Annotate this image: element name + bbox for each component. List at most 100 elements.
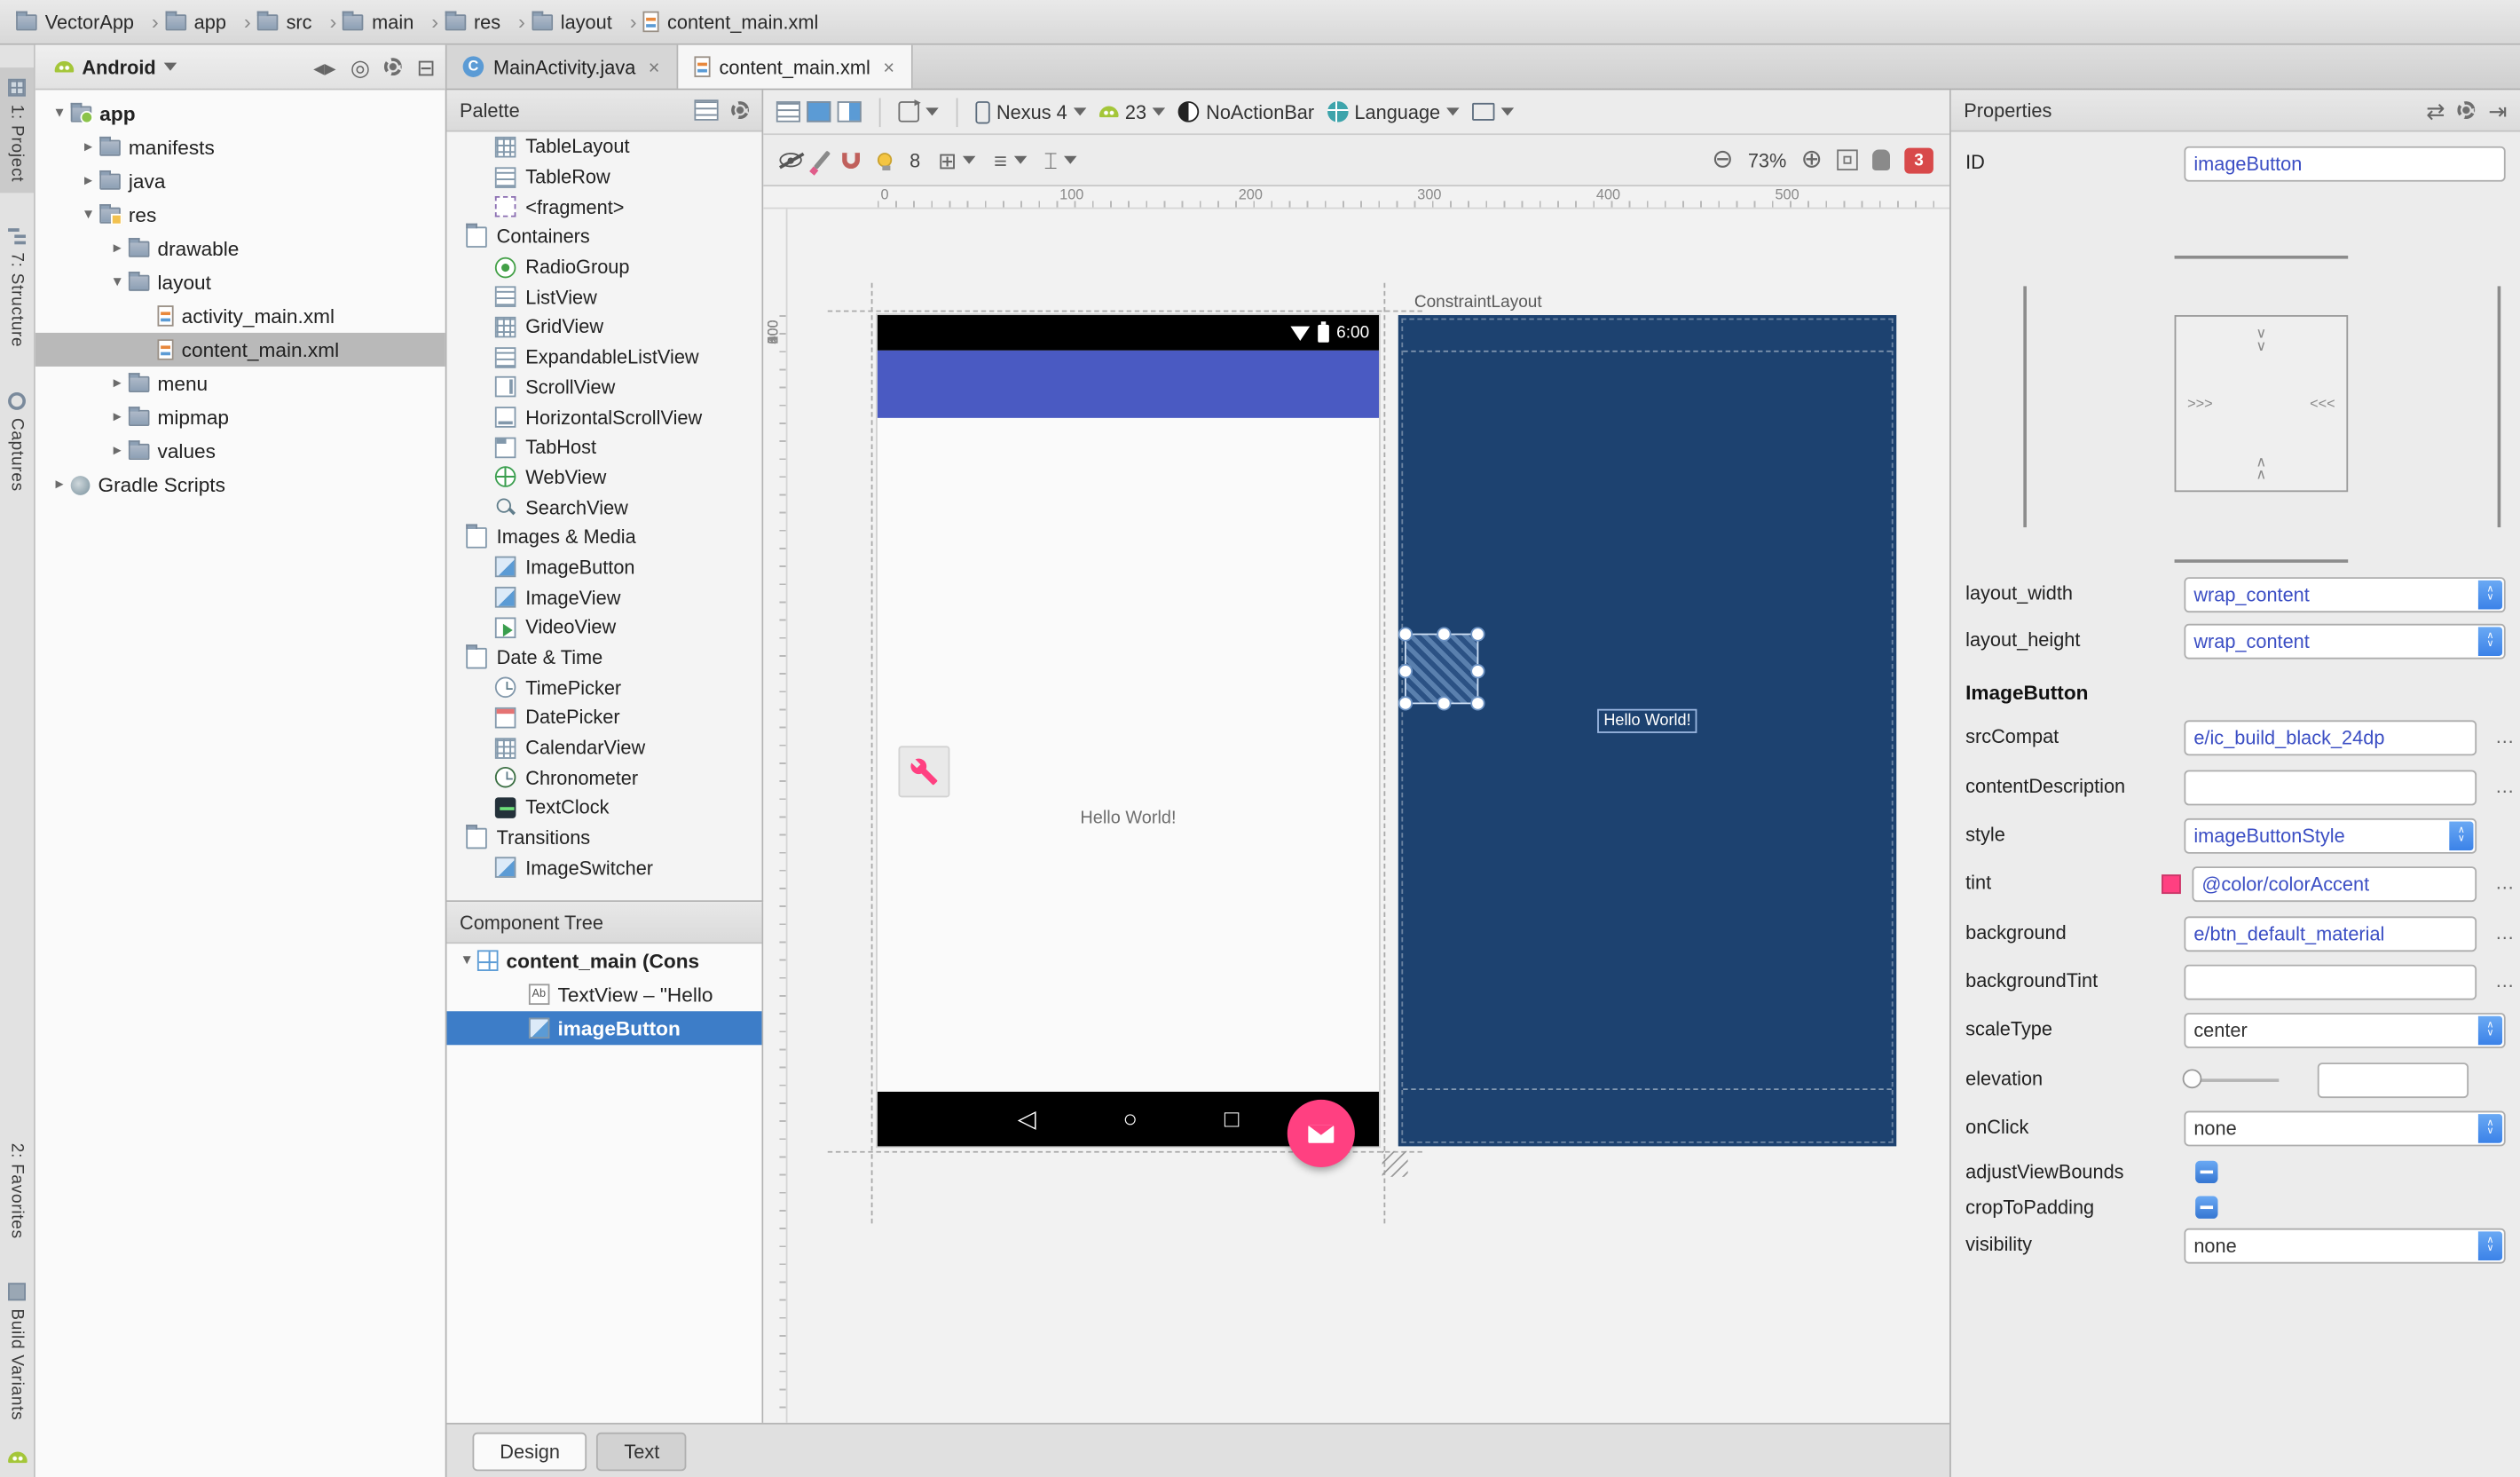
palette-item[interactable]: Chronometer [447, 762, 762, 793]
palette-item[interactable]: TableLayout [447, 132, 762, 162]
tree-expand-arrow-icon[interactable] [106, 408, 129, 426]
browse-resource-button[interactable]: … [2492, 921, 2516, 944]
stepper-icon[interactable] [2477, 1231, 2503, 1260]
tree-expand-arrow-icon[interactable] [48, 105, 70, 122]
component-tree-item[interactable]: content_main (Cons [447, 944, 762, 977]
zoom-in-icon[interactable]: ⊕ [1801, 146, 1823, 173]
palette-item[interactable]: DatePicker [447, 703, 762, 733]
project-tree-item[interactable]: values [35, 434, 445, 468]
zoom-out-icon[interactable]: ⊖ [1712, 146, 1733, 173]
hide-panel-icon[interactable]: ⇥ [2488, 99, 2507, 121]
project-tree-item[interactable]: activity_main.xml [35, 299, 445, 333]
image-button-wrench[interactable] [898, 746, 950, 798]
breadcrumb-item[interactable]: src [256, 10, 336, 34]
tree-expand-arrow-icon[interactable] [456, 952, 477, 969]
scaletype-dropdown[interactable]: center [2184, 1013, 2506, 1048]
stepper-icon[interactable] [2477, 1114, 2503, 1143]
layout-height-dropdown[interactable]: wrap_content [2184, 623, 2506, 660]
tool-window-button[interactable]: 2: Favorites [0, 1106, 34, 1250]
component-tree-item[interactable]: TextView – "Hello [447, 977, 762, 1011]
gear-icon[interactable] [731, 101, 750, 120]
palette-item[interactable]: ImageButton [447, 552, 762, 582]
selection-handle[interactable] [1398, 696, 1414, 711]
tree-expand-arrow-icon[interactable] [106, 442, 129, 460]
blueprint-view-icon[interactable] [807, 101, 831, 122]
project-view-selector[interactable]: Android [45, 52, 186, 82]
breadcrumb-item[interactable]: main [343, 10, 439, 34]
selection-handle[interactable] [1470, 664, 1485, 679]
default-margin-value[interactable]: 8 [910, 149, 920, 171]
project-tree-item[interactable]: menu [35, 367, 445, 400]
palette-item[interactable]: Images & Media [447, 523, 762, 553]
zoom-to-fit-icon[interactable] [1837, 149, 1858, 170]
project-tree-item[interactable]: app [35, 97, 445, 130]
palette-item[interactable]: TextClock [447, 793, 762, 823]
project-tree-item[interactable]: java [35, 164, 445, 198]
textview-hello-world[interactable]: Hello World! [878, 809, 1379, 828]
resize-handle-icon[interactable] [1382, 1150, 1408, 1177]
srccompat-input[interactable]: e/ic_build_black_24dp [2184, 720, 2477, 756]
floating-action-button[interactable] [1287, 1099, 1355, 1167]
tree-expand-arrow-icon[interactable] [77, 138, 99, 156]
breadcrumb-item[interactable]: content_main.xml [642, 11, 818, 33]
palette-item[interactable]: CalendarView [447, 732, 762, 762]
stepper-icon[interactable] [2477, 627, 2503, 656]
stepper-icon[interactable] [2477, 580, 2503, 610]
gear-icon[interactable] [2457, 101, 2476, 120]
language-selector[interactable]: Language [1327, 100, 1460, 123]
blueprint-imagebutton-selected[interactable] [1398, 627, 1485, 711]
palette-item[interactable]: ExpandableListView [447, 342, 762, 372]
swap-panels-icon[interactable]: ⇄ [2426, 99, 2445, 121]
palette-item[interactable]: GridView [447, 312, 762, 343]
elevation-slider-track[interactable] [2188, 1078, 2280, 1082]
constraint-widget-box[interactable]: ∨ ∨ ∧ ∧ >>> <<< [2174, 314, 2349, 493]
browse-resource-button[interactable]: … [2492, 725, 2516, 747]
tint-color-swatch[interactable] [2162, 874, 2181, 895]
project-tree-item[interactable]: layout [35, 265, 445, 299]
palette-item[interactable]: <fragment> [447, 192, 762, 222]
palette-item[interactable]: RadioGroup [447, 252, 762, 282]
selection-handle[interactable] [1470, 696, 1485, 711]
selection-handle[interactable] [1398, 664, 1414, 679]
tool-window-button[interactable]: Build Variants [0, 1272, 34, 1432]
palette-item[interactable]: Transitions [447, 823, 762, 853]
pack-dropdown[interactable]: ≡ [994, 149, 1027, 171]
palette-item[interactable]: ListView [447, 282, 762, 312]
palette-item[interactable]: HorizontalScrollView [447, 402, 762, 432]
error-count-badge[interactable]: 3 [1904, 146, 1933, 173]
adjustviewbounds-checkbox[interactable] [2195, 1160, 2218, 1184]
tree-expand-arrow-icon[interactable] [106, 240, 129, 257]
gear-icon[interactable] [384, 58, 403, 76]
breadcrumb-item[interactable]: app [165, 10, 251, 34]
autoconnect-magnet-icon[interactable] [842, 152, 861, 169]
palette-item[interactable]: ImageView [447, 582, 762, 612]
visibility-dropdown[interactable]: none [2184, 1228, 2506, 1264]
layout-width-dropdown[interactable]: wrap_content [2184, 577, 2506, 613]
selection-handle[interactable] [1470, 627, 1485, 642]
collapse-all-icon[interactable]: ⊟ [417, 55, 436, 77]
blueprint-textview[interactable]: Hello World! [1597, 708, 1697, 733]
tree-expand-arrow-icon[interactable] [48, 476, 70, 494]
browse-resource-button[interactable]: … [2492, 775, 2516, 797]
target-device-selector[interactable] [1472, 102, 1515, 121]
palette-item[interactable]: ImageSwitcher [447, 853, 762, 883]
breadcrumb-item[interactable]: layout [532, 10, 636, 34]
style-dropdown[interactable]: imageButtonStyle [2184, 817, 2477, 854]
tool-window-button[interactable]: 1: Project [0, 67, 35, 194]
brush-icon[interactable] [813, 150, 831, 170]
croptopadding-checkbox[interactable] [2195, 1196, 2218, 1219]
stepper-icon[interactable] [2449, 821, 2474, 851]
component-tree-item[interactable]: imageButton [446, 1011, 762, 1046]
project-tree-item[interactable]: content_main.xml [35, 332, 445, 367]
background-input[interactable]: e/btn_default_material [2184, 916, 2477, 952]
elevation-slider-thumb[interactable] [2182, 1069, 2202, 1089]
tool-window-button[interactable]: 7: Structure [0, 216, 34, 359]
show-decorations-icon[interactable] [779, 153, 802, 168]
breadcrumb-item[interactable]: VectorApp [16, 10, 159, 34]
theme-selector[interactable]: NoActionBar [1178, 100, 1314, 123]
project-tree-item[interactable]: drawable [35, 232, 445, 265]
tree-expand-arrow-icon[interactable] [77, 206, 99, 224]
project-tree-item[interactable]: manifests [35, 130, 445, 164]
tint-input[interactable]: @color/colorAccent [2192, 866, 2477, 903]
stepper-icon[interactable] [2477, 1015, 2503, 1046]
